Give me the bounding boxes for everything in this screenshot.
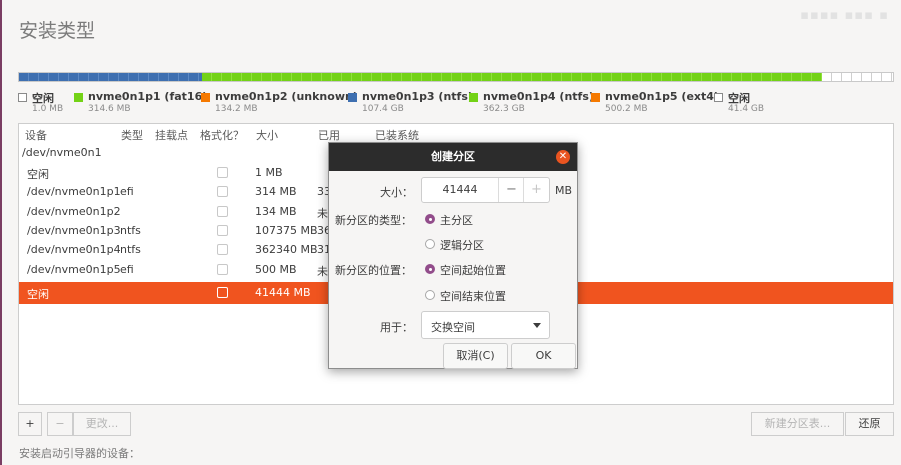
add-partition-button[interactable]: + [18, 412, 42, 436]
format-checkbox[interactable] [217, 186, 228, 197]
boot-loader-device-label: 安装启动引导器的设备： [19, 447, 140, 460]
legend-size: 362.3 GB [483, 104, 525, 114]
legend-size: 1.0 MB [32, 104, 64, 114]
legend-name: nvme0n1p4 (ntfs) [483, 90, 594, 103]
disk-name: /dev/nvme0n1 [22, 146, 102, 159]
use-as-dropdown[interactable]: 交换空间 [421, 311, 550, 339]
location-begin-radio[interactable] [425, 264, 435, 274]
revert-button[interactable]: 还原 [845, 412, 894, 436]
row-size: 41444 MB [255, 286, 311, 299]
increase-size-button[interactable]: + [523, 178, 549, 202]
partition-bar-segment-windows [19, 73, 202, 81]
change-partition-button[interactable]: 更改... [73, 412, 131, 436]
legend-size: 134.2 MB [215, 104, 258, 114]
col-format: 格式化？ [200, 129, 244, 142]
col-system: 已装系统 [375, 129, 419, 142]
partition-bar-segment-free [822, 73, 893, 81]
legend-size: 41.4 GB [728, 104, 765, 114]
size-input[interactable]: 41444 [422, 178, 498, 202]
row-device: /dev/nvme0n1p4 [27, 243, 121, 256]
col-mount: 挂载点 [155, 129, 188, 142]
partition-legend: 空闲 1.0 MB nvme0n1p1 (fat16) 314.6 MB nvm… [0, 90, 901, 120]
legend-size: 107.4 GB [362, 104, 404, 114]
row-type: efi [120, 185, 134, 198]
size-label: 大小： [380, 186, 413, 199]
row-type: ntfs [120, 243, 141, 256]
legend-size: 500.2 MB [605, 104, 648, 114]
location-begin-label[interactable]: 空间起始位置 [440, 262, 506, 278]
legend-swatch [469, 93, 478, 102]
legend-swatch [201, 93, 210, 102]
row-device: /dev/nvme0n1p2 [27, 205, 121, 218]
create-partition-dialog: 创建分区 ✕ 大小： 41444 − + MB 新分区的类型： 主分区 逻辑分区… [328, 142, 578, 369]
format-checkbox[interactable] [217, 264, 228, 275]
cancel-button[interactable]: 取消(C) [443, 343, 508, 369]
ok-button[interactable]: OK [511, 343, 576, 369]
row-device: /dev/nvme0n1p5 [27, 263, 121, 276]
close-icon[interactable]: ✕ [556, 150, 570, 164]
row-type: efi [120, 263, 134, 276]
row-device: 空闲 [27, 168, 49, 181]
col-size: 大小 [256, 129, 278, 142]
dialog-title: 创建分区 [329, 143, 577, 171]
new-partition-table-button[interactable]: 新建分区表... [751, 412, 844, 436]
col-device: 设备 [25, 129, 47, 142]
col-used: 已用 [318, 129, 340, 142]
legend-name: nvme0n1p5 (ext4) [605, 90, 719, 103]
type-logical-label[interactable]: 逻辑分区 [440, 237, 484, 253]
partition-location-label: 新分区的位置： [335, 264, 412, 277]
row-size: 362340 MB [255, 243, 318, 256]
legend-swatch [18, 93, 27, 102]
page-title: 安装类型 [19, 20, 96, 42]
row-size: 500 MB [255, 263, 297, 276]
remove-partition-button[interactable]: − [47, 412, 73, 436]
partition-bar-segment-data [202, 73, 822, 81]
type-primary-label[interactable]: 主分区 [440, 212, 473, 228]
format-checkbox[interactable] [217, 206, 228, 217]
row-size: 134 MB [255, 205, 297, 218]
legend-name: nvme0n1p2 (unknown) [215, 90, 358, 103]
row-device: /dev/nvme0n1p1 [27, 185, 121, 198]
partition-bar [18, 72, 894, 82]
type-logical-radio[interactable] [425, 239, 435, 249]
decrease-size-button[interactable]: − [498, 178, 524, 202]
format-checkbox[interactable] [217, 287, 228, 298]
location-end-label[interactable]: 空间结束位置 [440, 288, 506, 304]
size-spinbutton[interactable]: 41444 − + [421, 177, 550, 203]
row-size: 314 MB [255, 185, 297, 198]
type-primary-radio[interactable] [425, 214, 435, 224]
size-unit: MB [555, 184, 573, 197]
partition-type-label: 新分区的类型： [335, 214, 412, 227]
legend-swatch [591, 93, 600, 102]
chevron-down-icon [533, 323, 541, 328]
format-checkbox[interactable] [217, 167, 228, 178]
table-header: 设备 类型 挂载点 格式化？ 大小 已用 已装系统 [19, 124, 893, 144]
legend-swatch [348, 93, 357, 102]
legend-name: nvme0n1p1 (fat16) [88, 90, 208, 103]
row-size: 107375 MB [255, 224, 318, 237]
left-edge-stripe [0, 0, 2, 465]
row-device: /dev/nvme0n1p3 [27, 224, 121, 237]
col-type: 类型 [121, 129, 143, 142]
location-end-radio[interactable] [425, 290, 435, 300]
format-checkbox[interactable] [217, 244, 228, 255]
row-device: 空闲 [27, 288, 49, 301]
legend-name: nvme0n1p3 (ntfs) [362, 90, 473, 103]
watermark-logo: ▪▪▪▪ ▪▪▪ ▪ [800, 8, 889, 23]
legend-size: 314.6 MB [88, 104, 131, 114]
legend-swatch [714, 93, 723, 102]
legend-swatch [74, 93, 83, 102]
use-as-label: 用于： [380, 321, 413, 334]
row-type: ntfs [120, 224, 141, 237]
row-size: 1 MB [255, 166, 283, 179]
row-used: 未 [317, 265, 328, 278]
format-checkbox[interactable] [217, 225, 228, 236]
row-used: 未 [317, 207, 328, 220]
use-as-value: 交换空间 [431, 321, 475, 334]
